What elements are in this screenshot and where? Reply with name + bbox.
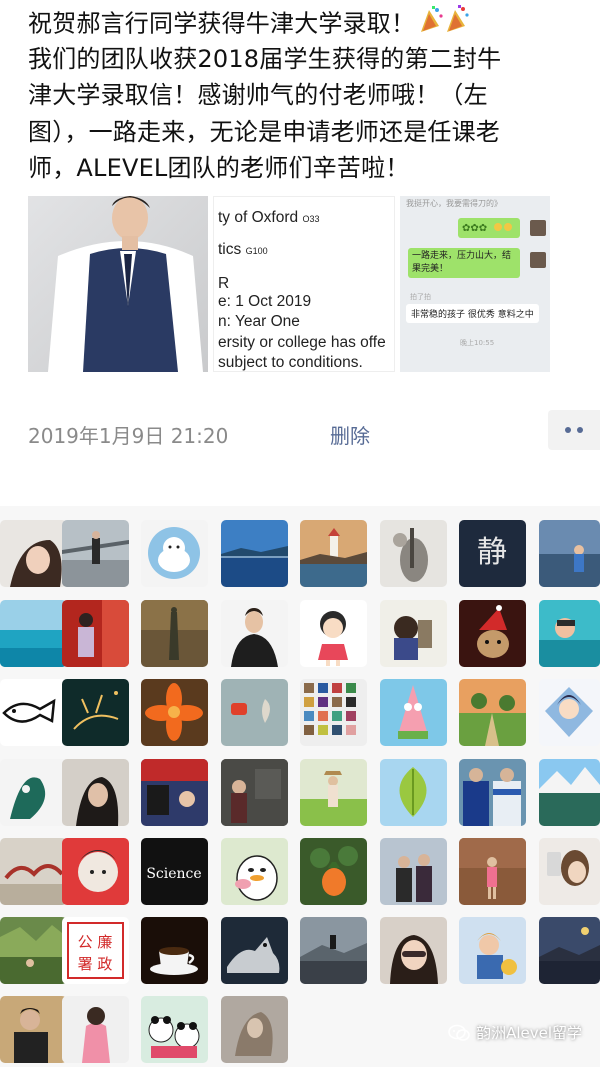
post-photos: ty of Oxford O33 tics G100 R e: 1 Oct 20… [28, 196, 550, 372]
liker-avatar[interactable] [380, 679, 447, 746]
chat-top-text: 我挺开心，我要需得刀的》 [406, 199, 502, 208]
liker-avatar[interactable] [0, 520, 67, 587]
liker-avatar[interactable] [380, 759, 447, 826]
liker-avatar[interactable]: Science [141, 838, 208, 905]
liker-avatar[interactable] [539, 600, 600, 667]
photo-teacher[interactable] [28, 196, 208, 372]
liker-avatar[interactable] [141, 600, 208, 667]
chat-avatar-icon [530, 220, 546, 236]
liker-avatar[interactable] [62, 838, 129, 905]
post-text-line-1: 祝贺郝言行同学获得牛津大学录取！ [28, 4, 588, 41]
liker-avatar[interactable] [0, 838, 67, 905]
more-dot-icon [565, 427, 571, 433]
liker-avatar[interactable] [300, 600, 367, 667]
chat-bubble-2: 非常稳的孩子 很优秀 意料之中 [406, 304, 539, 323]
liker-avatar[interactable] [539, 759, 600, 826]
post-timestamp: 2019年1月9日 21:20 [28, 424, 229, 448]
liker-avatar[interactable] [300, 679, 367, 746]
letter-course-code: G100 [245, 246, 268, 256]
post-text-line-4: 图），一路走来，无论是申请老师还是任课老 [28, 117, 500, 146]
liker-avatar[interactable] [62, 996, 129, 1063]
seal-text-top: 公 廉 [78, 933, 113, 951]
liker-avatar[interactable] [0, 917, 67, 984]
post-text-line-5: 师，ALEVEL团队的老师们辛苦啦！ [28, 154, 410, 182]
liker-avatar[interactable] [380, 600, 447, 667]
liker-avatar[interactable] [459, 600, 526, 667]
photo-chat-screenshot[interactable]: 我挺开心，我要需得刀的》 ✿✿✿ 一路走来，压力山大，结果完美！ 拍了拍 非常稳… [400, 196, 550, 372]
liker-avatar[interactable] [300, 838, 367, 905]
liker-avatar[interactable] [300, 520, 367, 587]
liker-avatar[interactable] [539, 917, 600, 984]
liker-avatar[interactable] [62, 600, 129, 667]
letter-start-date: e: 1 Oct 2019 [218, 293, 312, 310]
liker-avatar[interactable] [221, 520, 288, 587]
party-popper-icon [419, 4, 471, 45]
liker-avatar[interactable] [221, 838, 288, 905]
liker-avatar[interactable] [0, 759, 67, 826]
liker-avatar[interactable] [62, 759, 129, 826]
post-text-line-2: 我们的团队收获2018届学生获得的第二封牛 [28, 44, 502, 73]
liker-avatar[interactable]: 静 [459, 520, 526, 587]
letter-line-3: R [218, 275, 230, 292]
liker-avatar[interactable] [0, 679, 67, 746]
liker-avatar[interactable] [459, 679, 526, 746]
liker-avatar[interactable] [141, 917, 208, 984]
liker-avatar[interactable] [0, 996, 67, 1063]
liker-avatar[interactable] [539, 838, 600, 905]
chat-system-text: 拍了拍 [410, 293, 431, 301]
liker-avatar[interactable] [459, 917, 526, 984]
post-line-text: 祝贺郝言行同学获得牛津大学录取！ [28, 9, 416, 38]
liker-avatar[interactable] [141, 759, 208, 826]
letter-entry: n: Year One [218, 313, 300, 330]
liker-avatar[interactable] [459, 838, 526, 905]
more-dot-icon [577, 427, 583, 433]
liker-avatar[interactable] [221, 996, 288, 1063]
wechat-icon [448, 1024, 470, 1041]
post-text-line-3: 津大学录取信！感谢帅气的付老师哦！（左 [28, 81, 488, 109]
photo-offer-letter[interactable]: ty of Oxford O33 tics G100 R e: 1 Oct 20… [213, 196, 395, 372]
avatar-science-text: Science [146, 866, 201, 882]
liker-avatar[interactable] [141, 679, 208, 746]
svg-text:✿✿✿: ✿✿✿ [462, 223, 487, 234]
liker-avatar[interactable] [62, 679, 129, 746]
liker-avatar[interactable] [141, 996, 208, 1063]
liker-avatar[interactable] [62, 520, 129, 587]
liker-avatar[interactable] [380, 917, 447, 984]
liker-avatar[interactable] [300, 759, 367, 826]
watermark-text: 韵洲Alevel留学 [476, 1024, 582, 1042]
liker-avatar[interactable] [539, 679, 600, 746]
watermark: 韵洲Alevel留学 [448, 1022, 582, 1043]
avatar-logo-text: 静 [477, 535, 507, 570]
liker-avatar[interactable] [539, 520, 600, 587]
liker-avatar[interactable] [221, 600, 288, 667]
seal-text-bottom: 署 政 [78, 955, 113, 973]
liker-avatar[interactable] [380, 838, 447, 905]
letter-university-code: O33 [302, 214, 320, 224]
liker-avatar[interactable] [221, 679, 288, 746]
liker-avatar[interactable] [0, 600, 67, 667]
chat-emoji-bubble: ✿✿✿ [458, 218, 520, 238]
liker-avatar[interactable] [459, 759, 526, 826]
chat-avatar-icon [530, 252, 546, 268]
delete-button[interactable]: 删除 [330, 420, 370, 449]
likes-avatar-grid: 静 Science 公 廉署 政 [0, 506, 600, 1067]
letter-conditions: subject to conditions. [218, 354, 363, 371]
liker-avatar[interactable] [221, 917, 288, 984]
letter-offer-line: ersity or college has offe [218, 334, 386, 351]
liker-avatar[interactable] [300, 917, 367, 984]
letter-university: ty of Oxford [218, 209, 299, 226]
chat-time-text: 晚上10:55 [460, 339, 495, 347]
liker-avatar[interactable] [221, 759, 288, 826]
more-options-button[interactable] [548, 410, 600, 450]
letter-course: tics [218, 241, 242, 258]
post-text: 祝贺郝言行同学获得牛津大学录取！ 我们的团队收获2018届学生获得的第二封牛 津… [28, 4, 588, 187]
liker-avatar[interactable] [380, 520, 447, 587]
chat-bubble-1: 一路走来，压力山大，结果完美！ [408, 248, 520, 278]
liker-avatar[interactable]: 公 廉署 政 [62, 917, 129, 984]
liker-avatar[interactable] [141, 520, 208, 587]
